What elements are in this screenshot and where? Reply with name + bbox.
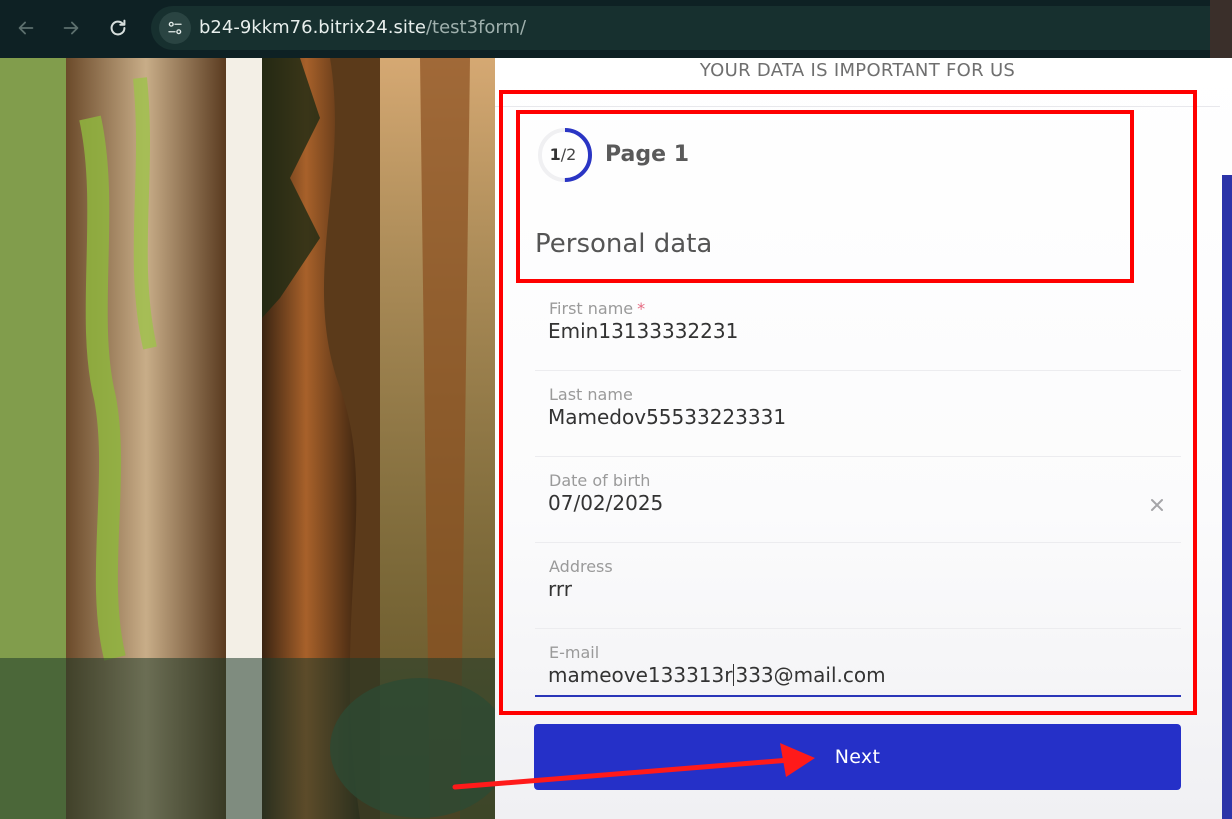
tune-icon: [168, 21, 182, 35]
url-text[interactable]: b24-9kkm76.bitrix24.site/test3form/: [199, 17, 526, 39]
annotation-box-header: [516, 110, 1134, 283]
window-edge-overlay-right: [1222, 175, 1232, 819]
browser-toolbar: b24-9kkm76.bitrix24.site/test3form/: [0, 0, 1232, 58]
forest-background-image: [0, 58, 495, 819]
form-header: YOUR DATA IS IMPORTANT FOR US: [699, 60, 1016, 81]
reload-icon: [110, 19, 126, 36]
address-bar[interactable]: b24-9kkm76.bitrix24.site/test3form/: [151, 6, 1232, 50]
reload-button[interactable]: [104, 14, 132, 42]
next-button[interactable]: Next: [534, 724, 1181, 790]
arrow-right-icon: [63, 21, 79, 35]
url-host: b24-9kkm76.bitrix24.site: [199, 17, 426, 38]
arrow-left-icon: [18, 21, 34, 35]
url-path: /test3form/: [425, 17, 527, 38]
back-button[interactable]: [12, 14, 40, 42]
forward-button[interactable]: [57, 14, 85, 42]
site-info-button[interactable]: [159, 12, 191, 44]
